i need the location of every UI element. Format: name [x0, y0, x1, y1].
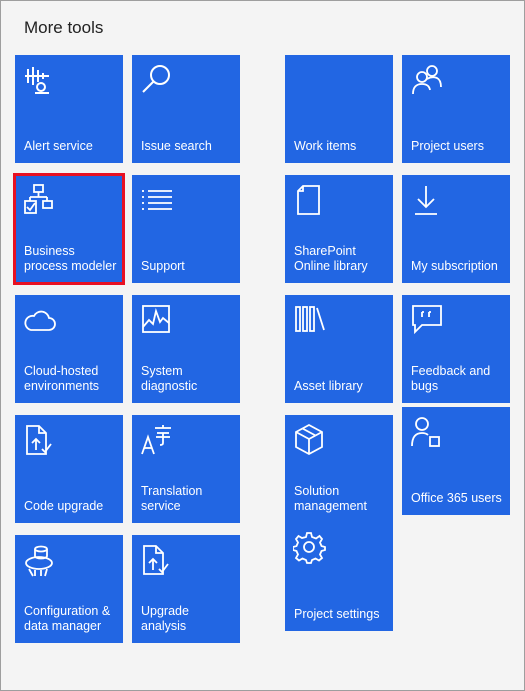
process-hierarchy-icon	[23, 183, 57, 217]
tile-system-diagnostic[interactable]: System diagnostic	[132, 295, 240, 403]
document-upgrade-icon	[23, 423, 57, 457]
tile-label: Cloud-hosted environments	[24, 364, 100, 393]
tile-issue-search[interactable]: Issue search	[132, 55, 240, 163]
tile-label: Office 365 users	[411, 491, 502, 505]
tile-support[interactable]: Support	[132, 175, 240, 283]
tile-asset-library[interactable]: Asset library	[285, 295, 393, 403]
search-icon	[140, 63, 174, 97]
tile-translation-service[interactable]: Translation service	[132, 415, 240, 523]
tile-my-subscription[interactable]: My subscription	[402, 175, 510, 283]
feedback-icon	[410, 303, 444, 337]
gear-icon	[293, 531, 327, 565]
tile-label: Project users	[411, 139, 484, 153]
tile-label: Issue search	[141, 139, 212, 153]
data-manager-icon	[23, 543, 57, 577]
library-icon	[293, 303, 327, 337]
tile-label: Asset library	[294, 379, 363, 393]
tile-feedback-and-bugs[interactable]: Feedback and bugs	[402, 295, 510, 403]
tile-label: SharePoint Online library	[294, 244, 368, 273]
tile-project-settings[interactable]: Project settings	[285, 523, 393, 631]
tile-project-users[interactable]: Project users	[402, 55, 510, 163]
document-check-icon	[140, 543, 174, 577]
tile-cloud-hosted-environments[interactable]: Cloud-hosted environments	[15, 295, 123, 403]
tile-label: Business process modeler	[24, 244, 117, 273]
tile-label: Support	[141, 259, 185, 273]
tile-label: Upgrade analysis	[141, 604, 189, 633]
translate-icon	[140, 423, 174, 457]
panel-title: More tools	[24, 18, 104, 37]
tile-label: Work items	[294, 139, 357, 153]
tile-label: Solution management	[294, 484, 367, 513]
user-app-icon	[410, 415, 444, 449]
tile-configuration-data-manager[interactable]: Configuration & data manager	[15, 535, 123, 643]
tile-alert-service[interactable]: Alert service	[15, 55, 123, 163]
tile-label: System diagnostic	[141, 364, 198, 393]
more-tools-panel: More tools Alert service Business proces…	[0, 0, 525, 691]
people-icon	[410, 63, 444, 97]
list-icon	[140, 183, 174, 217]
tile-label: My subscription	[411, 259, 498, 273]
package-icon	[293, 423, 327, 457]
tile-office-365-users[interactable]: Office 365 users	[402, 407, 510, 515]
tile-label: Code upgrade	[24, 499, 104, 513]
document-page-icon	[293, 183, 327, 217]
tile-label: Configuration & data manager	[24, 604, 111, 633]
tile-label: Feedback and bugs	[411, 364, 491, 393]
alert-service-icon	[23, 63, 57, 97]
cloud-icon	[23, 303, 57, 337]
tile-label: Translation service	[141, 484, 203, 513]
tile-solution-management[interactable]: Solution management	[285, 415, 393, 523]
download-icon	[410, 183, 444, 217]
tile-work-items[interactable]: Work items	[285, 55, 393, 163]
tile-sharepoint-online-library[interactable]: SharePoint Online library	[285, 175, 393, 283]
diagnostic-chart-icon	[140, 303, 174, 337]
tile-upgrade-analysis[interactable]: Upgrade analysis	[132, 535, 240, 643]
tile-label: Alert service	[24, 139, 93, 153]
tile-label: Project settings	[294, 607, 380, 621]
tile-code-upgrade[interactable]: Code upgrade	[15, 415, 123, 523]
tile-business-process-modeler[interactable]: Business process modeler	[13, 173, 125, 285]
